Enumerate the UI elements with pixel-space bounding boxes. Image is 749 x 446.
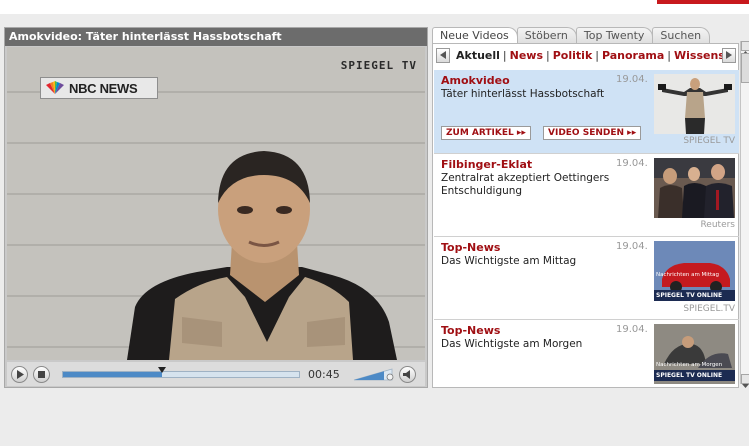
- item-date: 19.04.: [616, 241, 648, 252]
- category-wissenschaft[interactable]: Wissenschaft: [674, 49, 722, 62]
- nbc-logo-text: NBC NEWS: [69, 80, 138, 96]
- video-senden-button[interactable]: VIDEO SENDEN ▸▸: [543, 126, 642, 140]
- play-button[interactable]: [11, 365, 28, 383]
- item-description: Täter hinterlässt Hassbotschaft: [441, 88, 605, 100]
- play-icon: [16, 369, 24, 379]
- category-prev-button[interactable]: [436, 47, 450, 63]
- thumb-caption: Nachrichten am Mittag: [656, 272, 719, 278]
- video-senden-label: VIDEO SENDEN: [548, 128, 625, 138]
- mute-button[interactable]: [399, 365, 416, 383]
- scrollbar-thumb[interactable]: [741, 53, 749, 83]
- volume-slider[interactable]: [352, 367, 396, 381]
- thumbnail-image: [654, 74, 735, 134]
- category-separator: |: [595, 48, 599, 62]
- item-credit: SPIEGEL.TV: [683, 304, 735, 314]
- video-title: Amokvideo: Täter hinterlässt Hassbotscha…: [5, 28, 427, 46]
- scroll-down-button[interactable]: [741, 374, 749, 388]
- speaker-icon: [402, 369, 410, 379]
- double-arrow-icon: ▸▸: [627, 128, 637, 138]
- video-frame-person: [127, 151, 397, 360]
- video-list-box: Aktuell|News|Politik|Panorama|Wissenscha…: [432, 43, 739, 388]
- category-separator: |: [546, 48, 550, 62]
- video-player: Amokvideo: Täter hinterlässt Hassbotscha…: [4, 27, 428, 388]
- progress-bar[interactable]: [62, 366, 300, 378]
- tab-neue-videos[interactable]: Neue Videos: [432, 27, 518, 44]
- video-browser-panel: Neue Videos Stöbern Top Twenty Suchen Ak…: [432, 27, 749, 388]
- arrow-right-icon: [726, 51, 732, 59]
- list-scrollbar[interactable]: [740, 41, 749, 388]
- time-display: 00:45: [308, 367, 340, 381]
- item-kicker: Amokvideo: [441, 74, 510, 87]
- category-aktuell[interactable]: Aktuell: [456, 49, 500, 62]
- item-credit: Reuters: [700, 220, 735, 230]
- nbc-peacock-icon: [46, 81, 64, 94]
- item-date: 19.04.: [616, 74, 648, 85]
- item-thumbnail: Nachrichten am Morgen SPIEGEL TV ONLINE: [654, 324, 735, 384]
- scroll-up-button[interactable]: [741, 41, 749, 55]
- item-date: 19.04.: [616, 324, 648, 335]
- category-separator: |: [502, 48, 507, 62]
- tab-suchen[interactable]: Suchen: [652, 27, 711, 44]
- item-kicker: Top-News: [441, 241, 501, 254]
- item-date: 19.04.: [616, 158, 648, 169]
- thumb-caption: Nachrichten am Morgen: [656, 362, 723, 368]
- zum-artikel-button[interactable]: ZUM ARTIKEL ▸▸: [441, 126, 531, 140]
- video-list-item[interactable]: Top-News 19.04. Das Wichtigste am Morgen…: [434, 320, 739, 388]
- tab-top-twenty[interactable]: Top Twenty: [575, 27, 654, 44]
- nbc-news-logo: NBC NEWS: [40, 77, 158, 99]
- item-description: Das Wichtigste am Morgen: [441, 338, 583, 350]
- thumbnail-image: [654, 158, 735, 218]
- red-accent-line: [657, 0, 749, 4]
- arrow-left-icon: [440, 51, 446, 59]
- zum-artikel-label: ZUM ARTIKEL: [446, 128, 514, 138]
- category-nav: Aktuell|News|Politik|Panorama|Wissenscha…: [436, 46, 736, 64]
- stop-icon: [38, 370, 45, 378]
- tab-stoebern[interactable]: Stöbern: [516, 27, 577, 44]
- item-description: Das Wichtigste am Mittag: [441, 255, 577, 267]
- video-list-item[interactable]: Top-News 19.04. Das Wichtigste am Mittag…: [434, 237, 739, 320]
- player-controls: 00:45: [7, 362, 425, 386]
- thumb-brand: SPIEGEL TV ONLINE: [654, 290, 735, 301]
- thumb-brand: SPIEGEL TV ONLINE: [654, 370, 735, 381]
- volume-handle-icon: [386, 373, 394, 381]
- item-thumbnail: [654, 158, 735, 218]
- browser-top-strip: [0, 0, 749, 14]
- tab-bar: Neue Videos Stöbern Top Twenty Suchen: [432, 27, 711, 44]
- item-description: Zentralrat akzeptiert Oettingers Entschu…: [441, 172, 610, 197]
- spiegel-tv-watermark: SPIEGEL TV: [340, 59, 417, 72]
- video-list-item[interactable]: Filbinger-Eklat 19.04. Zentralrat akzept…: [434, 154, 739, 237]
- category-news[interactable]: News: [510, 49, 543, 62]
- category-list: Aktuell|News|Politik|Panorama|Wissenscha…: [450, 49, 722, 62]
- arrow-down-icon: [742, 384, 749, 388]
- item-kicker: Filbinger-Eklat: [441, 158, 533, 171]
- item-credit: SPIEGEL TV: [683, 136, 735, 146]
- category-politik[interactable]: Politik: [553, 49, 593, 62]
- progress-handle[interactable]: [158, 366, 167, 373]
- double-arrow-icon: ▸▸: [516, 128, 526, 138]
- category-next-button[interactable]: [722, 47, 736, 63]
- video-screen[interactable]: NBC NEWS SPIEGEL TV: [7, 47, 425, 360]
- category-panorama[interactable]: Panorama: [602, 49, 664, 62]
- item-kicker: Top-News: [441, 324, 501, 337]
- item-thumbnail: [654, 74, 735, 134]
- video-list-item[interactable]: Amokvideo 19.04. Täter hinterlässt Hassb…: [434, 70, 739, 154]
- category-separator: |: [667, 48, 672, 62]
- progress-fill: [63, 371, 163, 377]
- stop-button[interactable]: [33, 365, 50, 383]
- item-thumbnail: Nachrichten am Mittag SPIEGEL TV ONLINE: [654, 241, 735, 301]
